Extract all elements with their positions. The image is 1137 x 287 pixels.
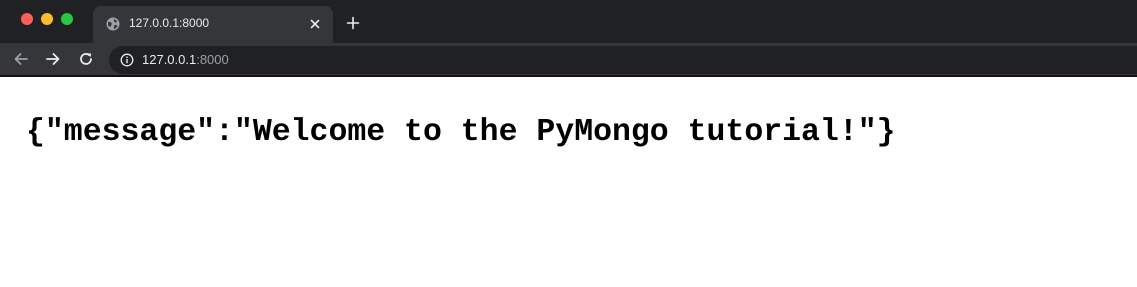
url-text[interactable]: 127.0.0.1:8000: [142, 52, 229, 67]
url-host: 127.0.0.1: [142, 52, 197, 67]
globe-icon: [106, 17, 120, 31]
plus-icon[interactable]: [346, 16, 360, 30]
browser-toolbar: 127.0.0.1:8000: [0, 43, 1137, 75]
arrow-right-icon[interactable]: [45, 51, 61, 67]
info-icon[interactable]: [120, 53, 134, 67]
tab-strip: 127.0.0.1:8000: [0, 0, 1137, 43]
close-window-button[interactable]: [21, 13, 33, 25]
reload-icon[interactable]: [78, 51, 94, 67]
close-icon[interactable]: [308, 17, 322, 31]
window-controls: [21, 13, 73, 25]
tab-title: 127.0.0.1:8000: [129, 16, 210, 30]
browser-chrome: 127.0.0.1:8000 127.0.0.1:8000: [0, 0, 1137, 77]
url-port: :8000: [196, 52, 229, 67]
arrow-left-icon[interactable]: [13, 51, 29, 67]
maximize-window-button[interactable]: [61, 13, 73, 25]
address-bar[interactable]: 127.0.0.1:8000: [109, 46, 1137, 74]
browser-tab[interactable]: 127.0.0.1:8000: [93, 6, 333, 43]
json-response: {"message":"Welcome to the PyMongo tutor…: [26, 115, 896, 150]
minimize-window-button[interactable]: [41, 13, 53, 25]
page-content: {"message":"Welcome to the PyMongo tutor…: [0, 77, 1137, 287]
